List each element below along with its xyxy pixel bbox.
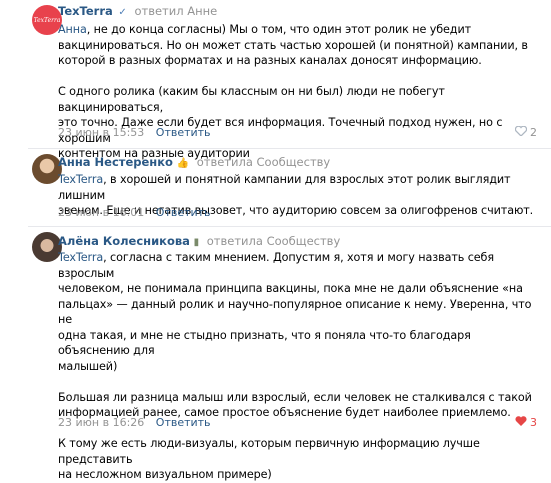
bottle-badge-icon: ▮ bbox=[193, 237, 200, 248]
author-name[interactable]: Анна Нестеренко bbox=[58, 155, 173, 169]
thumbs-up-badge-icon: 👍 bbox=[176, 158, 190, 169]
mention-link[interactable]: Анна bbox=[58, 23, 87, 36]
reply-button[interactable]: Ответить bbox=[156, 416, 211, 429]
reply-button[interactable]: Ответить bbox=[156, 206, 211, 219]
comment-body: TexTerra, согласна с таким мнением. Допу… bbox=[58, 250, 536, 483]
replied-to-label[interactable]: ответила Сообществу bbox=[197, 155, 331, 169]
comment-text: , согласна с таким мнением. Допустим я, … bbox=[58, 251, 532, 481]
author-line: Алёна Колесникова ▮ ответила Сообществу bbox=[58, 234, 340, 250]
heart-icon bbox=[514, 125, 531, 139]
author-line: TexTerra ✓ ответил Анне bbox=[58, 4, 217, 20]
replied-to-label[interactable]: ответила Сообществу bbox=[207, 234, 341, 248]
author-line: Анна Нестеренко 👍 ответила Сообществу bbox=[58, 155, 330, 171]
replied-to-label[interactable]: ответил Анне bbox=[134, 4, 217, 18]
mention-link[interactable]: TexTerra bbox=[58, 251, 103, 264]
comment-meta: 23 июн в 16:01 Ответить bbox=[58, 206, 211, 219]
divider bbox=[28, 148, 551, 149]
comment-meta: 23 июн в 16:26 Ответить bbox=[58, 416, 211, 429]
mention-link[interactable]: TexTerra bbox=[58, 173, 103, 186]
comment-date[interactable]: 23 июн в 16:01 bbox=[58, 206, 144, 219]
reply-button[interactable]: Ответить bbox=[156, 126, 211, 139]
comment-date[interactable]: 23 июн в 16:26 bbox=[58, 416, 144, 429]
comment-text: , не до конца согласны) Мы о том, что од… bbox=[58, 23, 528, 160]
comment-body: Анна, не до конца согласны) Мы о том, чт… bbox=[58, 22, 536, 162]
verified-icon: ✓ bbox=[118, 7, 127, 18]
author-name[interactable]: Алёна Колесникова bbox=[58, 234, 190, 248]
like-count: 3 bbox=[530, 416, 537, 429]
like-count: 2 bbox=[530, 126, 537, 139]
heart-icon bbox=[514, 416, 531, 429]
comment-date[interactable]: 23 июн в 15:53 bbox=[58, 126, 144, 139]
comment-meta: 23 июн в 15:53 Ответить bbox=[58, 126, 211, 139]
author-name[interactable]: TexTerra bbox=[58, 4, 113, 18]
avatar-logo-text: TexTerra bbox=[33, 16, 61, 24]
like-button[interactable]: 3 bbox=[514, 416, 537, 429]
like-button[interactable]: 2 bbox=[514, 125, 537, 139]
divider bbox=[28, 226, 551, 227]
